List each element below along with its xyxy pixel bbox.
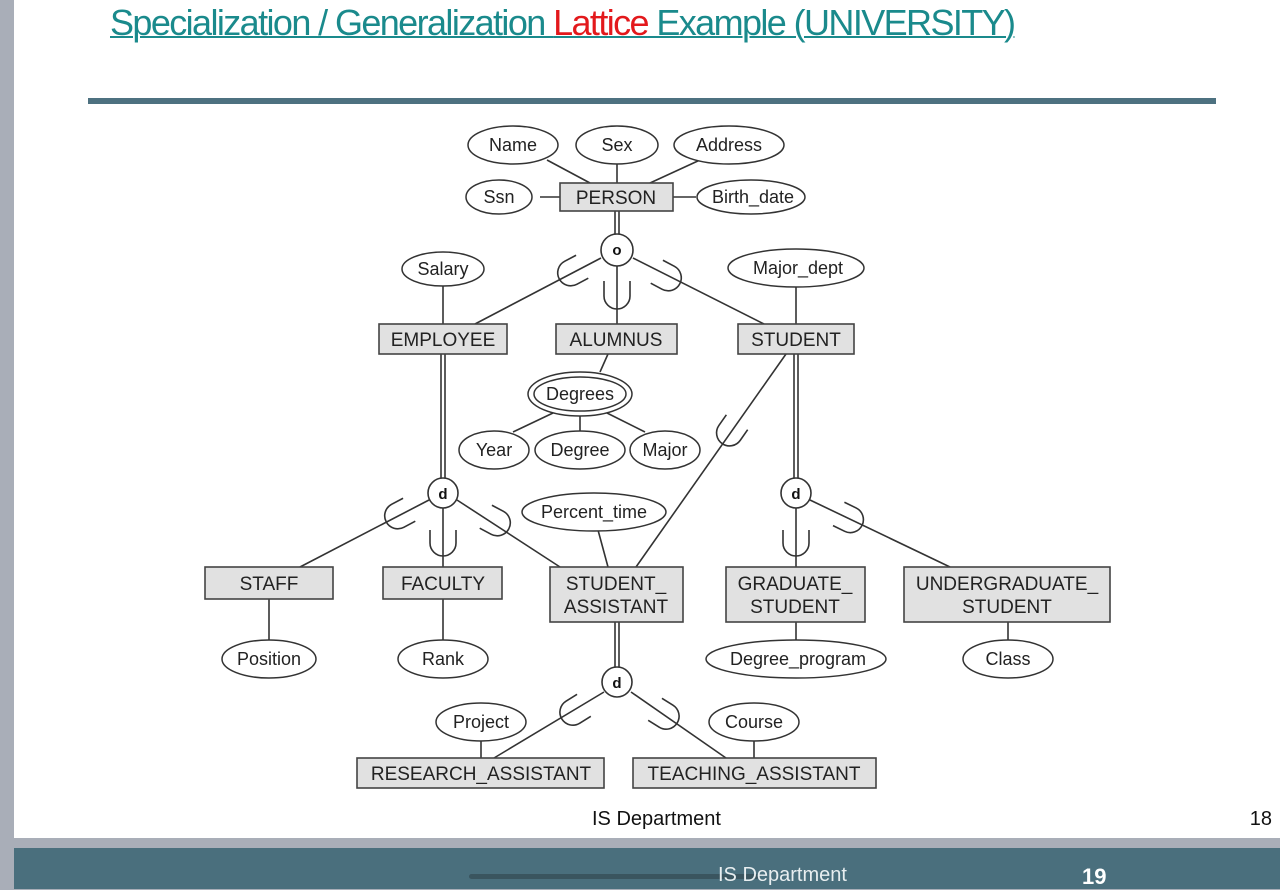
- entity-label-graduate-student-2: STUDENT: [750, 597, 840, 618]
- entity-label-graduate-student-1: GRADUATE_: [738, 574, 853, 595]
- attr-label-class: Class: [985, 649, 1030, 669]
- attr-label-major: Major: [642, 440, 687, 460]
- constraint-label: d: [612, 675, 621, 692]
- attr-label-address: Address: [696, 135, 762, 155]
- slide-page-number: 18: [1249, 808, 1272, 830]
- attr-label-salary: Salary: [417, 259, 468, 279]
- next-slide-page-number: 19: [1082, 864, 1107, 889]
- entity-label-undergraduate-student-1: UNDERGRADUATE_: [916, 574, 1099, 595]
- entity-label-student: STUDENT: [751, 330, 841, 351]
- slide: Specialization / Generalization Lattice …: [14, 0, 1280, 838]
- slide-footer: IS Department: [592, 808, 721, 830]
- constraint-label: d: [791, 486, 800, 503]
- attr-label-degree-program: Degree_program: [730, 649, 866, 670]
- attr-label-birth-date: Birth_date: [712, 187, 794, 208]
- next-slide-rule: [469, 874, 759, 879]
- next-slide-footer: IS Department: [718, 864, 847, 886]
- entity-label-person: PERSON: [576, 188, 656, 209]
- entity-label-research-assistant: RESEARCH_ASSISTANT: [371, 764, 592, 785]
- disjoint-circle-employee: d: [427, 477, 459, 509]
- overlap-circle: o: [600, 233, 634, 267]
- attr-label-project: Project: [453, 712, 509, 732]
- attr-label-percent-time: Percent_time: [541, 502, 647, 523]
- eer-diagram: o d d d Name Sex Address Ssn Birth_date …: [204, 125, 1111, 789]
- entity-label-alumnus: ALUMNUS: [570, 330, 663, 351]
- entity-label-faculty: FACULTY: [401, 574, 485, 595]
- disjoint-circle-student-assistant: d: [601, 666, 633, 698]
- entity-label-student-assistant-1: STUDENT_: [566, 574, 667, 595]
- entity-label-teaching-assistant: TEACHING_ASSISTANT: [648, 764, 861, 785]
- attr-label-name: Name: [489, 135, 537, 155]
- entity-label-staff: STAFF: [240, 574, 299, 595]
- constraint-label: o: [612, 242, 621, 259]
- disjoint-circle-student: d: [780, 477, 812, 509]
- attr-label-position: Position: [237, 649, 301, 669]
- constraint-label: d: [438, 486, 447, 503]
- attr-label-degrees: Degrees: [546, 384, 614, 404]
- entity-label-undergraduate-student-2: STUDENT: [962, 597, 1052, 618]
- entity-label-employee: EMPLOYEE: [391, 330, 496, 351]
- attr-label-major-dept: Major_dept: [753, 258, 843, 279]
- attr-label-course: Course: [725, 712, 783, 732]
- attr-label-rank: Rank: [422, 649, 465, 669]
- attr-label-ssn: Ssn: [483, 187, 514, 207]
- attr-label-degree: Degree: [550, 440, 609, 460]
- next-slide-preview: IS Department 19: [14, 848, 1280, 889]
- attr-label-year: Year: [476, 440, 512, 460]
- entity-label-student-assistant-2: ASSISTANT: [564, 597, 669, 618]
- attr-label-sex: Sex: [601, 135, 632, 155]
